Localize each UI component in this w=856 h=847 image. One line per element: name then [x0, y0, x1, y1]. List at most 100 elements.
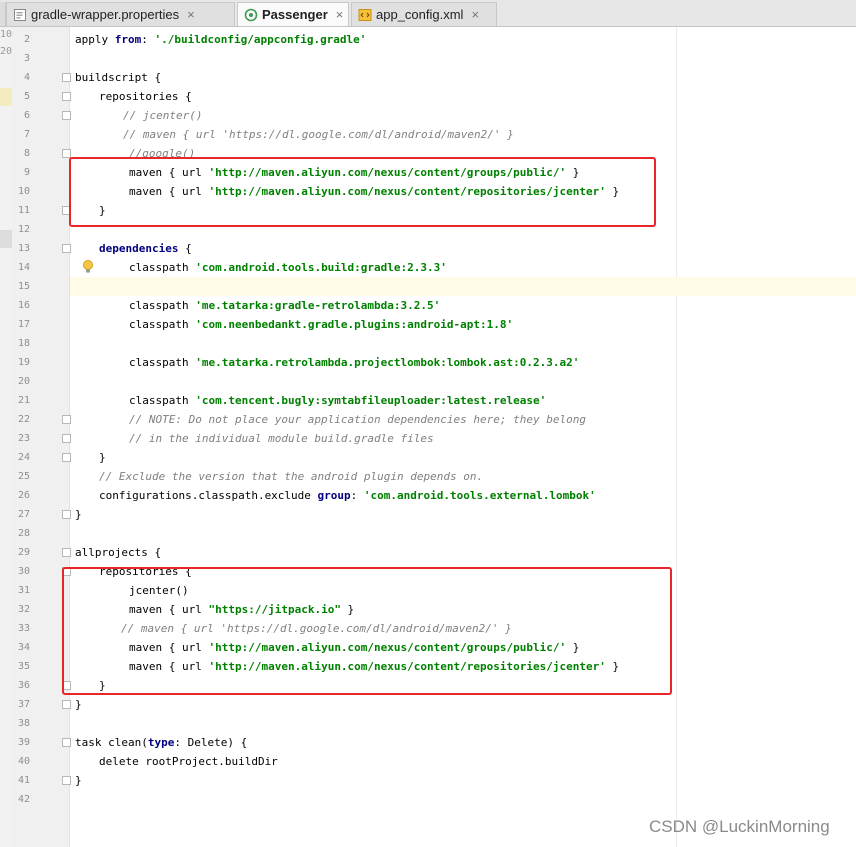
line-number: 21: [17, 395, 30, 406]
code-line[interactable]: dependencies {: [99, 239, 192, 258]
fold-start-icon[interactable]: [62, 111, 71, 120]
line-number: 27: [17, 509, 30, 520]
line-number: 7: [23, 129, 30, 140]
line-number: 13: [17, 243, 30, 254]
code-line[interactable]: // NOTE: Do not place your application d…: [129, 410, 586, 429]
code-token: }: [75, 508, 82, 521]
fold-start-icon[interactable]: [62, 73, 71, 82]
fold-end-icon[interactable]: [62, 700, 71, 709]
keyword-token: type: [147, 736, 175, 749]
line-number: 39: [17, 737, 30, 748]
tab-label: Passenger: [262, 7, 328, 22]
code-line[interactable]: // jcenter(): [123, 106, 202, 125]
xml-file-icon: [358, 8, 372, 21]
line-number: 24: [17, 452, 30, 463]
code-line[interactable]: classpath 'com.android.tools.build:gradl…: [129, 258, 447, 277]
close-icon[interactable]: ×: [187, 7, 195, 22]
keyword-token: group: [317, 489, 351, 502]
code-line[interactable]: delete rootProject.buildDir: [99, 752, 278, 771]
line-number: 42: [17, 794, 30, 805]
comment-token: // jcenter(): [123, 109, 203, 122]
comment-token: // maven { url 'https://dl.google.com/dl…: [123, 128, 514, 141]
code-token: buildscript {: [75, 71, 162, 84]
line-number: 33: [17, 623, 30, 634]
fold-start-icon[interactable]: [62, 92, 71, 101]
tab-app-config-xml[interactable]: app_config.xml ×: [351, 2, 497, 26]
code-token: :: [350, 489, 364, 502]
fold-end-icon[interactable]: [62, 434, 71, 443]
code-line[interactable]: repositories {: [99, 87, 192, 106]
code-token: classpath: [129, 261, 196, 274]
fold-start-icon[interactable]: [62, 415, 71, 424]
code-line[interactable]: // Exclude the version that the android …: [99, 467, 483, 486]
code-token: delete rootProject.buildDir: [99, 755, 278, 768]
code-line[interactable]: classpath 'me.tatarka.retrolambda.projec…: [129, 353, 579, 372]
line-number: 41: [17, 775, 30, 786]
line-number: 12: [17, 224, 30, 235]
line-number: 19: [17, 357, 30, 368]
properties-file-icon: [14, 8, 26, 21]
clipped-line-number: 10: [0, 29, 13, 40]
code-line[interactable]: }: [75, 771, 82, 790]
fold-end-icon[interactable]: [62, 453, 71, 462]
code-token: classpath: [129, 299, 196, 312]
code-token: repositories {: [99, 90, 192, 103]
fold-start-icon[interactable]: [62, 548, 71, 557]
string-token: 'me.tatarka.retrolambda.projectlombok:lo…: [195, 356, 580, 369]
string-token: 'com.android.tools.external.lombok': [363, 489, 596, 502]
code-line[interactable]: // in the individual module build.gradle…: [129, 429, 434, 448]
close-icon[interactable]: ×: [471, 7, 479, 22]
tab-gradle-wrapper-properties[interactable]: gradle-wrapper.properties ×: [6, 2, 235, 26]
line-number: 2: [23, 34, 30, 45]
fold-end-icon[interactable]: [62, 510, 71, 519]
line-number: 40: [17, 756, 30, 767]
line-number: 37: [17, 699, 30, 710]
fold-start-icon[interactable]: [62, 244, 71, 253]
line-number: 18: [17, 338, 30, 349]
line-number: 5: [23, 91, 30, 102]
line-number: 28: [17, 528, 30, 539]
line-number: 32: [17, 604, 30, 615]
code-line[interactable]: // maven { url 'https://dl.google.com/dl…: [123, 125, 514, 144]
close-icon[interactable]: ×: [336, 7, 344, 22]
code-line[interactable]: task clean(type: Delete) {: [75, 733, 247, 752]
code-line[interactable]: }: [75, 505, 82, 524]
comment-token: // Exclude the version that the android …: [99, 470, 484, 483]
code-line[interactable]: apply from: './buildconfig/appconfig.gra…: [75, 30, 366, 49]
line-number: 25: [17, 471, 30, 482]
code-line[interactable]: classpath 'com.neenbedankt.gradle.plugin…: [129, 315, 513, 334]
clipped-line-number: 20: [0, 46, 13, 57]
side-panel-marker: [0, 88, 12, 106]
code-token: classpath: [129, 394, 196, 407]
caret-line-highlight: [70, 277, 856, 296]
line-number: 20: [17, 376, 30, 387]
fold-end-icon[interactable]: [62, 776, 71, 785]
line-number: 6: [23, 110, 30, 121]
fold-start-icon[interactable]: [62, 738, 71, 747]
line-number: 23: [17, 433, 30, 444]
code-line[interactable]: allprojects {: [75, 543, 161, 562]
tab-label: gradle-wrapper.properties: [31, 7, 180, 22]
code-token: configurations.classpath.exclude: [99, 489, 318, 502]
tab-label: app_config.xml: [376, 7, 464, 22]
line-number: 30: [17, 566, 30, 577]
gradle-project-icon: [244, 8, 258, 21]
line-number: 3: [23, 53, 30, 64]
code-line[interactable]: buildscript {: [75, 68, 161, 87]
code-token: allprojects {: [75, 546, 162, 559]
code-token: apply: [75, 33, 115, 46]
line-number: 35: [17, 661, 30, 672]
line-number: 14: [17, 262, 30, 273]
code-token: {: [178, 242, 192, 255]
code-line[interactable]: classpath 'com.tencent.bugly:symtabfileu…: [129, 391, 546, 410]
intention-bulb-icon[interactable]: [82, 259, 94, 275]
code-line[interactable]: configurations.classpath.exclude group: …: [99, 486, 596, 505]
code-line[interactable]: }: [99, 448, 106, 467]
code-line[interactable]: classpath 'me.tatarka:gradle-retrolambda…: [129, 296, 440, 315]
code-token: :: [141, 33, 155, 46]
tab-passenger[interactable]: Passenger ×: [237, 2, 349, 26]
code-line[interactable]: }: [75, 695, 82, 714]
line-number: 26: [17, 490, 30, 501]
string-token: './buildconfig/appconfig.gradle': [154, 33, 367, 46]
editor-tab-bar: gradle-wrapper.properties × Passenger × …: [0, 0, 856, 27]
